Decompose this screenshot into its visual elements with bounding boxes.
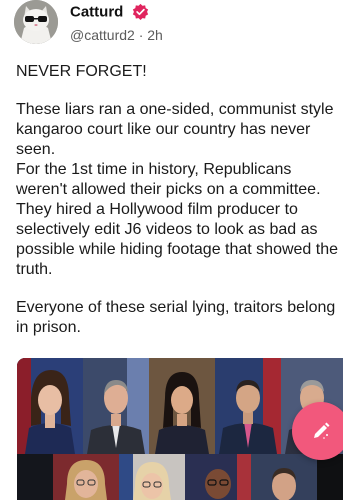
collage-photo[interactable] <box>149 358 215 454</box>
post-line: selectively edit J6 videos to look as ba… <box>16 221 318 238</box>
collage-photo[interactable] <box>53 454 119 500</box>
post-card: Catturd @catturd2 · 2h NEVER FORGET! The… <box>0 0 343 500</box>
collage-photo[interactable] <box>17 358 83 454</box>
pencil-compose-icon <box>314 422 330 439</box>
post-line: kangaroo court like our country has neve… <box>16 121 311 138</box>
meta-separator: · <box>138 27 144 43</box>
post-line: These liars ran a one-sided, communist s… <box>16 101 334 118</box>
verified-badge-icon <box>132 4 148 21</box>
post-line: For the 1st time in history, Republicans <box>16 161 292 178</box>
compose-button[interactable] <box>292 402 343 460</box>
post-line: possible while hiding footage that showe… <box>16 241 338 258</box>
post-line: weren't allowed their picks on a committ… <box>16 181 321 198</box>
post-line: in prison. <box>16 319 81 336</box>
cat-avatar-icon <box>14 0 58 44</box>
author-display-name[interactable]: Catturd <box>70 3 123 20</box>
collage-photo[interactable] <box>251 454 317 500</box>
post-line: truth. <box>16 261 53 278</box>
author-handle-row: @catturd2 · 2h <box>70 27 163 43</box>
post-spacer <box>16 82 343 100</box>
collage-photo[interactable] <box>185 454 251 500</box>
post-line: seen. <box>16 141 56 158</box>
post-body: NEVER FORGET! These liars ran a one-side… <box>16 62 343 338</box>
post-line: Everyone of these serial lying, traitors… <box>16 299 336 316</box>
avatar[interactable] <box>14 0 58 44</box>
collage-photo[interactable] <box>119 454 185 500</box>
author-name-row: Catturd <box>70 3 149 21</box>
post-line: NEVER FORGET! <box>16 63 147 80</box>
collage-photo[interactable] <box>215 358 281 454</box>
collage-photo[interactable] <box>17 454 53 500</box>
author-handle[interactable]: @catturd2 <box>70 27 135 43</box>
post-spacer <box>16 280 343 298</box>
post-header: Catturd @catturd2 · 2h <box>14 0 343 46</box>
collage-photo[interactable] <box>83 358 149 454</box>
post-timestamp[interactable]: 2h <box>147 27 163 43</box>
post-line: They hired a Hollywood film producer to <box>16 201 298 218</box>
